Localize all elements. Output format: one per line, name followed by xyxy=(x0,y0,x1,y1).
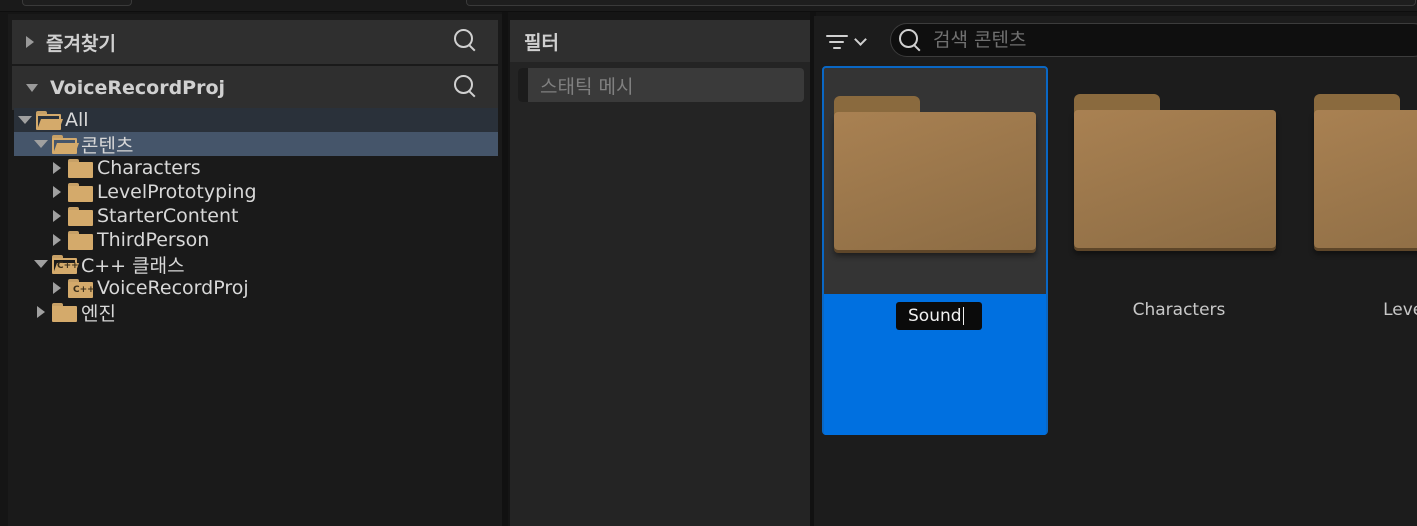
tree-row-label: LevelPrototyping xyxy=(97,181,257,203)
chevron-down-icon[interactable] xyxy=(18,116,32,124)
tree-row[interactable]: Characters xyxy=(14,156,498,180)
tree-row-label: ThirdPerson xyxy=(97,229,210,251)
tree-row[interactable]: 엔진 xyxy=(14,300,498,325)
folder-icon xyxy=(68,182,93,202)
tree-row-label: VoiceRecordProj xyxy=(97,277,249,299)
search-icon xyxy=(899,29,921,51)
asset-tile-sound[interactable]: Sound xyxy=(822,66,1048,435)
content-search-box[interactable] xyxy=(890,23,1417,57)
asset-tile-characters[interactable]: Characters xyxy=(1064,66,1290,435)
filter-title: 필터 xyxy=(510,20,810,62)
tree-row[interactable]: LevelPrototyping xyxy=(14,180,498,204)
chevron-right-icon[interactable] xyxy=(50,234,64,246)
search-icon xyxy=(454,29,476,51)
rename-input[interactable]: Sound xyxy=(896,302,982,330)
content-search-input[interactable] xyxy=(933,29,1413,51)
tree-row[interactable]: StarterContent xyxy=(14,204,498,228)
rename-text: Sound xyxy=(908,306,962,326)
asset-tile-levelprototyping[interactable]: LevelPro xyxy=(1304,66,1417,435)
path-bar[interactable] xyxy=(466,0,1416,6)
chevron-right-icon[interactable] xyxy=(50,162,64,174)
chevron-right-icon[interactable] xyxy=(50,186,64,198)
tree-row[interactable]: ThirdPerson xyxy=(14,228,498,252)
tile-name-area: Sound xyxy=(824,294,1046,435)
filter-panel: 필터 스태틱 메시 xyxy=(510,20,810,526)
tree-row-label: 엔진 xyxy=(81,302,116,325)
tree-row-label: StarterContent xyxy=(97,205,239,227)
chevron-right-icon[interactable] xyxy=(26,36,34,48)
splitter[interactable] xyxy=(502,12,508,526)
tree-row-label: 콘텐츠 xyxy=(81,134,134,157)
favorites-title: 즐겨찾기 xyxy=(46,32,116,55)
chevron-right-icon[interactable] xyxy=(34,306,48,318)
sources-panel: 즐겨찾기 VoiceRecordProj All 콘텐츠 Characters Lev… xyxy=(8,14,502,526)
folder-icon xyxy=(68,206,93,226)
folder-tree: All 콘텐츠 Characters LevelPrototyping StarterC… xyxy=(14,108,498,325)
filter-color-bar xyxy=(518,68,528,102)
project-title: VoiceRecordProj xyxy=(50,77,226,99)
folder-icon xyxy=(834,96,1036,250)
chevron-right-icon[interactable] xyxy=(50,210,64,222)
folder-open-icon xyxy=(52,134,80,154)
tree-row[interactable]: C++ VoiceRecordProj xyxy=(14,276,498,300)
search-icon xyxy=(454,75,476,97)
favorites-search-button[interactable] xyxy=(454,29,480,55)
tree-row[interactable]: All xyxy=(14,108,498,132)
chevron-down-icon[interactable] xyxy=(34,260,48,268)
content-browser: Sound Characters LevelPro xyxy=(814,16,1417,526)
folder-icon xyxy=(68,158,93,178)
tree-row-label: Characters xyxy=(97,157,201,179)
tree-row[interactable]: C++ C++ 클래스 xyxy=(14,252,498,277)
cpp-folder-icon: C++ xyxy=(68,278,95,298)
chevron-down-icon[interactable] xyxy=(34,140,48,148)
filter-item-static-mesh[interactable]: 스태틱 메시 xyxy=(518,68,804,102)
chevron-right-icon[interactable] xyxy=(50,282,64,294)
project-search-button[interactable] xyxy=(454,75,480,101)
tree-row-label: All xyxy=(65,109,89,131)
project-header[interactable]: VoiceRecordProj xyxy=(12,66,498,110)
favorites-header[interactable]: 즐겨찾기 xyxy=(12,20,498,64)
toolbar-button[interactable] xyxy=(22,0,132,6)
folder-open-icon xyxy=(36,110,64,130)
folder-icon xyxy=(68,230,93,250)
text-cursor xyxy=(962,307,964,325)
folder-icon xyxy=(52,302,77,322)
tree-row-label: C++ 클래스 xyxy=(81,254,185,277)
chevron-down-icon xyxy=(854,32,867,46)
tile-label: LevelPro xyxy=(1383,300,1417,320)
cpp-folder-icon: C++ xyxy=(52,254,80,274)
filter-item-label: 스태틱 메시 xyxy=(540,75,634,98)
tree-row[interactable]: 콘텐츠 xyxy=(14,132,498,157)
folder-icon xyxy=(1314,94,1417,248)
filter-icon xyxy=(826,34,848,50)
folder-icon xyxy=(1074,94,1276,248)
filter-dropdown-button[interactable] xyxy=(826,28,874,56)
top-toolbar-strip xyxy=(0,0,1417,12)
tile-label: Characters xyxy=(1132,300,1226,320)
chevron-down-icon[interactable] xyxy=(26,84,38,92)
